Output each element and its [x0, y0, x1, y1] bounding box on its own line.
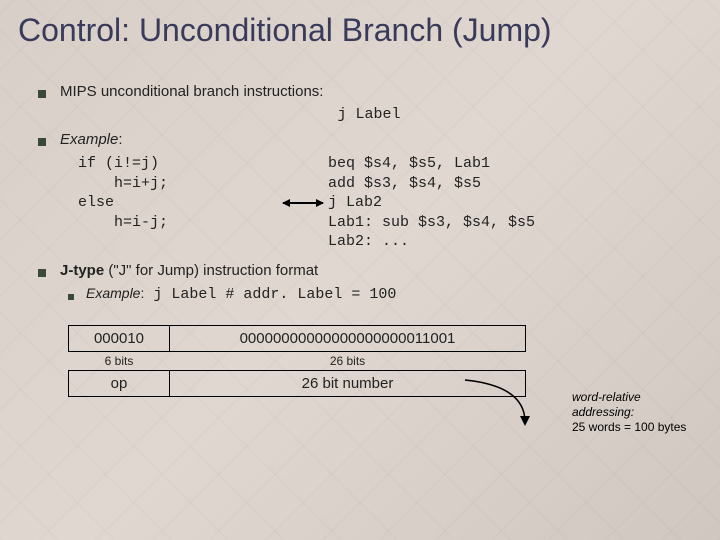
bullet-text-2: Example:	[60, 131, 123, 148]
bits-op-label: 6 bits	[69, 351, 170, 370]
bullet-text-1: MIPS unconditional branch instructions:	[60, 83, 323, 100]
field-addr-label: 26 bit number	[170, 370, 526, 396]
sub-example-text: Example: j Label # addr. Label = 100	[86, 285, 396, 303]
bullet-icon	[38, 269, 46, 277]
address-cell: 00000000000000000000011001	[170, 325, 526, 351]
bits-addr-label: 26 bits	[170, 351, 526, 370]
instruction-format-table: 000010 00000000000000000000011001 6 bits…	[68, 325, 526, 397]
bullet-icon	[68, 294, 74, 300]
addressing-note: word-relative addressing: 25 words = 100…	[572, 390, 702, 435]
code-c: if (i!=j) h=i+j; else h=i-j;	[78, 154, 278, 252]
double-arrow-icon	[283, 202, 323, 204]
field-op-label: op	[69, 370, 170, 396]
bullet-icon	[38, 90, 46, 98]
code-mips: beq $s4, $s5, Lab1 add $s3, $s4, $s5 j L…	[328, 154, 535, 252]
j-instruction: j Label	[38, 106, 700, 123]
opcode-cell: 000010	[69, 325, 170, 351]
code-example-block: if (i!=j) h=i+j; else h=i-j; beq $s4, $s…	[78, 154, 700, 252]
bullet-text-3: J-type ("J" for Jump) instruction format	[60, 262, 318, 279]
slide-title: Control: Unconditional Branch (Jump)	[0, 0, 720, 55]
bullet-icon	[38, 138, 46, 146]
slide-content: MIPS unconditional branch instructions: …	[0, 55, 720, 397]
